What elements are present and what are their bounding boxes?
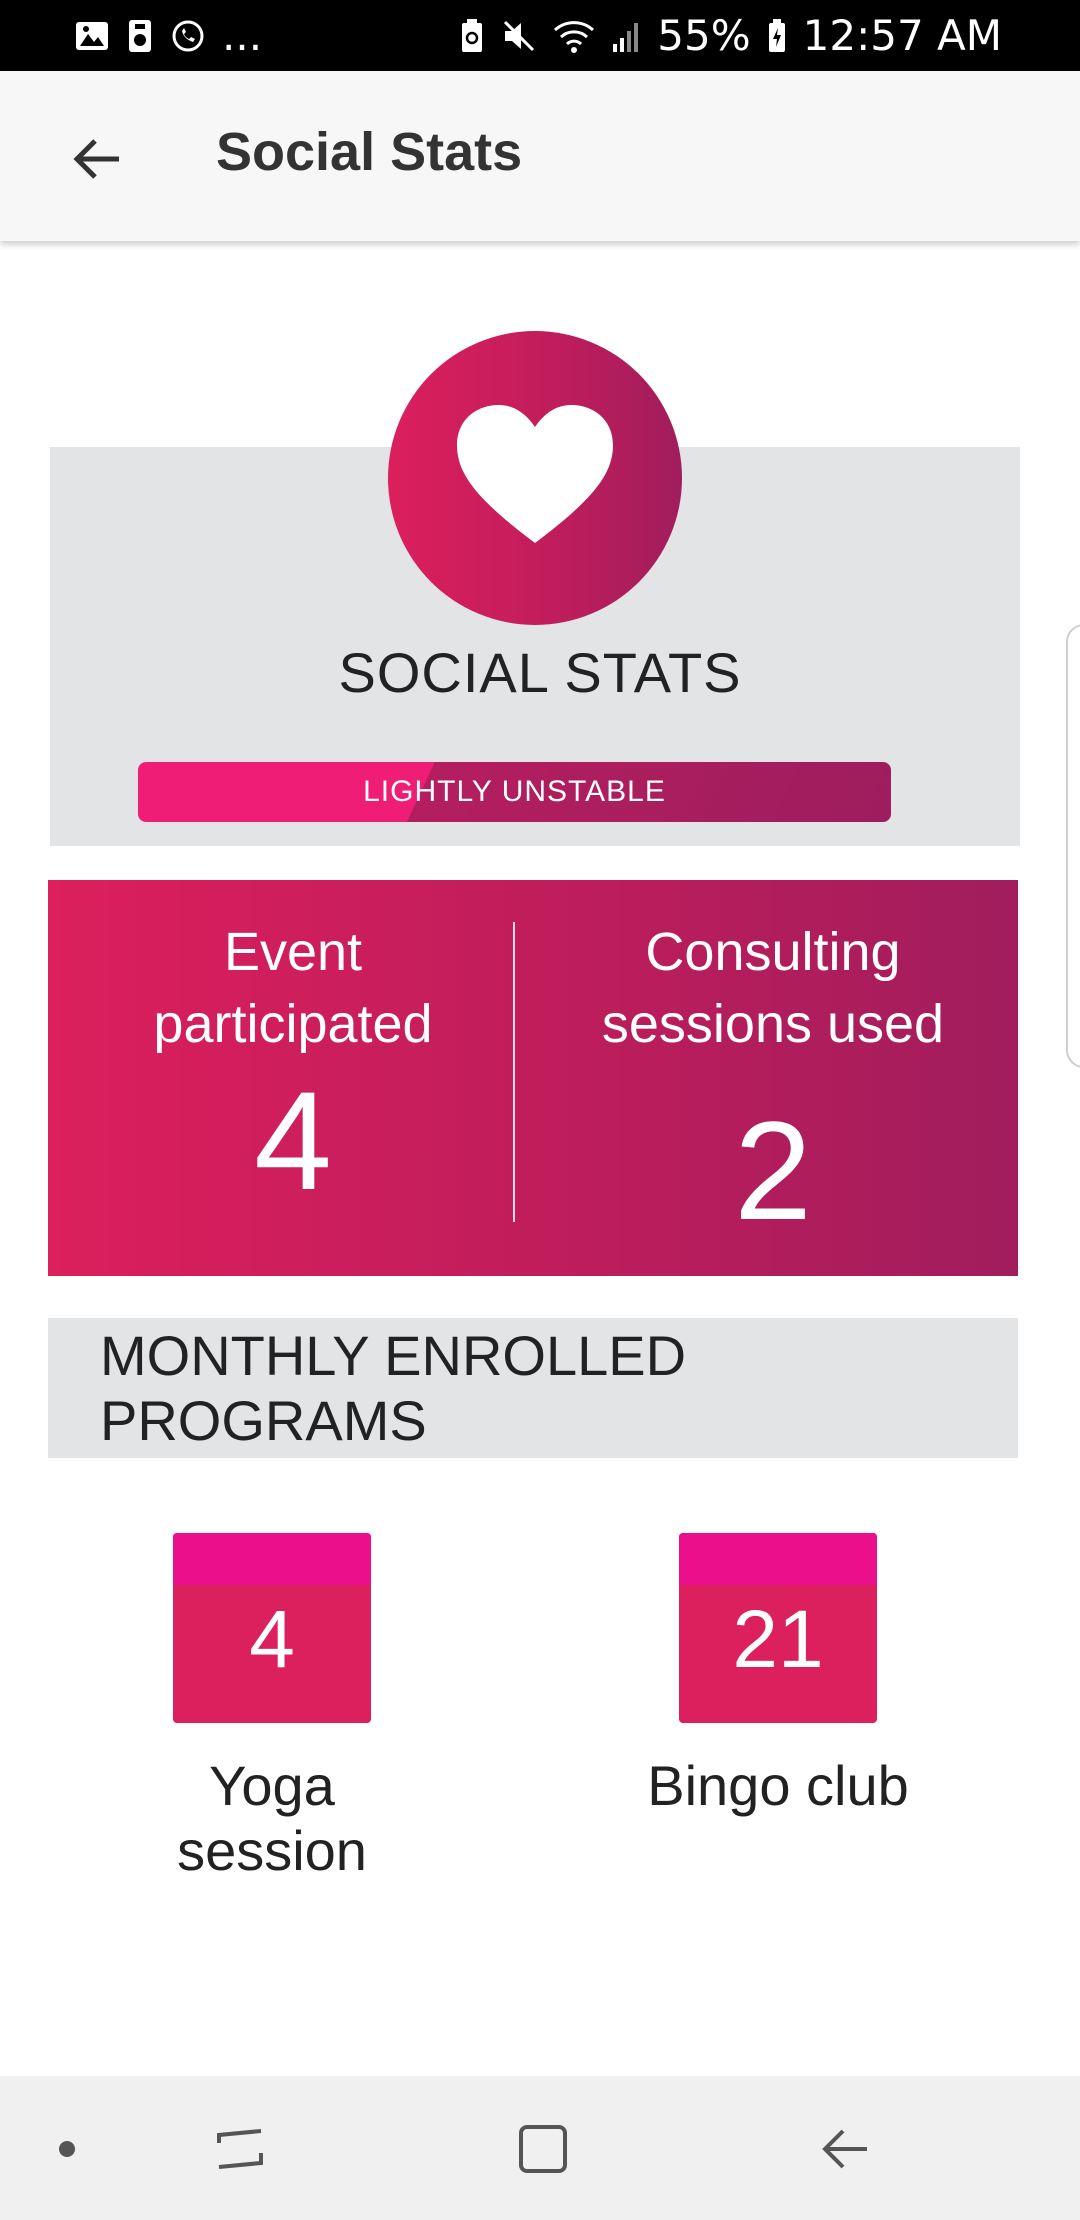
program-label: Bingo club <box>647 1754 909 1817</box>
consulting-counter-label: Consulting sessions used <box>601 922 945 1054</box>
counters-divider <box>513 922 515 1222</box>
events-counter: Event participated 4 <box>78 880 508 1276</box>
heart-icon <box>455 403 615 553</box>
consulting-counter-value: 2 <box>734 1092 812 1249</box>
wifi-icon <box>553 18 595 54</box>
counters-card: Event participated 4 Consulting sessions… <box>48 880 1018 1276</box>
signal-icon <box>611 18 641 54</box>
system-nav-bar <box>0 2076 1080 2220</box>
battery-saver-icon <box>459 18 485 54</box>
status-left: ... <box>74 11 262 60</box>
storage-icon <box>126 18 154 54</box>
back-icon <box>817 2121 873 2182</box>
social-stats-title: SOCIAL STATS <box>338 641 742 704</box>
arrow-back-icon <box>71 133 123 190</box>
calendar-header <box>173 1533 371 1585</box>
recent-apps-icon <box>213 2121 269 2182</box>
mute-icon <box>501 18 537 54</box>
recent-apps-button[interactable] <box>206 2116 276 2186</box>
status-overflow: ... <box>222 11 263 60</box>
consulting-counter: Consulting sessions used 2 <box>538 880 1008 1276</box>
calendar-icon: 4 <box>173 1533 371 1723</box>
edge-panel-handle[interactable] <box>1066 624 1080 1068</box>
social-stats-badge <box>388 331 682 625</box>
program-count: 21 <box>732 1594 824 1685</box>
page-title: Social Stats <box>216 122 523 182</box>
image-icon <box>74 18 110 54</box>
programs-header: MONTHLY ENROLLED PROGRAMS <box>48 1318 1018 1458</box>
battery-icon <box>767 18 787 54</box>
events-counter-label: Event participated <box>153 922 433 1054</box>
stability-status-badge: LIGHTLY UNSTABLE <box>138 762 891 822</box>
calendar-icon: 21 <box>679 1533 877 1723</box>
dot-icon <box>57 2139 77 2164</box>
status-bar: ... 55% 12:57 AM <box>0 0 1080 71</box>
app-bar: Social Stats <box>0 71 1080 241</box>
program-yoga[interactable]: 4 Yoga session <box>122 1533 422 1883</box>
nav-back-button[interactable] <box>810 2116 880 2186</box>
status-right: 55% 12:57 AM <box>459 11 1002 60</box>
program-bingo[interactable]: 21 Bingo club <box>628 1533 928 1818</box>
program-count: 4 <box>249 1594 295 1685</box>
whatsapp-icon <box>170 18 206 54</box>
clock: 12:57 AM <box>802 11 1002 60</box>
nav-dot-button[interactable] <box>32 2116 102 2186</box>
stability-status-label: LIGHTLY UNSTABLE <box>363 775 666 808</box>
battery-percent: 55% <box>657 11 751 60</box>
calendar-header <box>679 1533 877 1585</box>
back-button[interactable] <box>62 126 132 196</box>
program-label: Yoga session <box>177 1754 367 1882</box>
events-counter-value: 4 <box>254 1062 332 1219</box>
programs-header-title: MONTHLY ENROLLED PROGRAMS <box>100 1324 687 1452</box>
home-icon <box>515 2121 571 2182</box>
home-button[interactable] <box>508 2116 578 2186</box>
